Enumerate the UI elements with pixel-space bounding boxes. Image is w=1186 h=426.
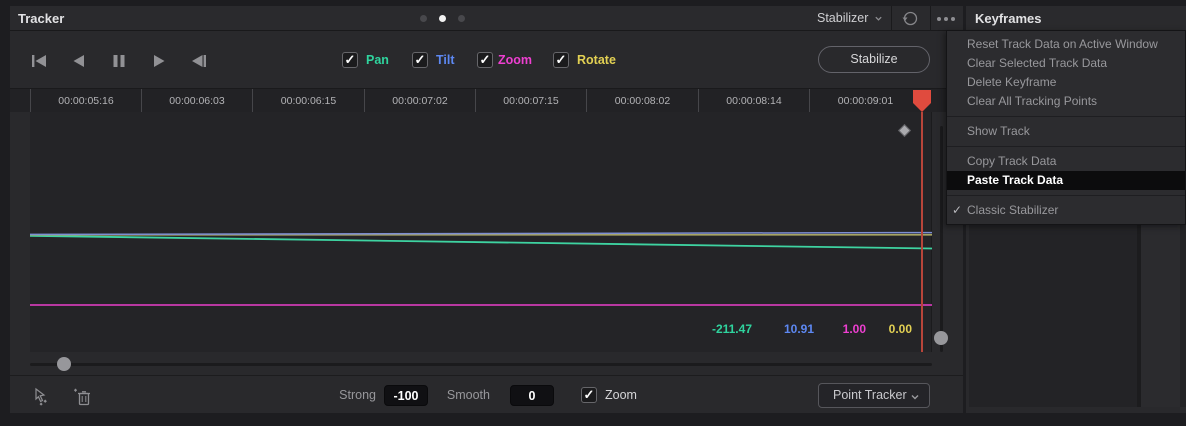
- trash-icon: [78, 391, 90, 406]
- reset-history-button[interactable]: [901, 9, 920, 28]
- horizontal-scroll-handle[interactable]: [57, 357, 71, 371]
- menu-item-copy-track-data[interactable]: Copy Track Data: [947, 152, 1185, 171]
- tracker-bottom-bar: Strong Smooth ✓ Zoom Point Tracker: [10, 375, 963, 413]
- pan-checkbox[interactable]: ✓: [342, 52, 358, 68]
- tilt-checkbox-label[interactable]: Tilt: [436, 52, 455, 68]
- ruler-timecode[interactable]: 00:00:08:02: [586, 89, 698, 113]
- smooth-label: Smooth: [446, 388, 490, 402]
- skip-to-end-button[interactable]: [190, 52, 208, 70]
- chevron-down-icon: [911, 395, 919, 400]
- ellipsis-icon: [951, 16, 955, 21]
- options-menu-button[interactable]: [937, 6, 955, 31]
- menu-item-show-track[interactable]: Show Track: [947, 122, 1185, 141]
- tracker-mode-label: Point Tracker: [833, 388, 907, 402]
- transport-controls: [30, 52, 208, 70]
- menu-divider: [947, 146, 1185, 147]
- timecode-label: 00:00:07:02: [392, 95, 448, 107]
- ruler-timecode[interactable]: 00:00:08:14: [698, 89, 809, 113]
- menu-item-clear-all-tracking-points[interactable]: Clear All Tracking Points: [947, 92, 1185, 111]
- cursor-icon: [35, 387, 46, 403]
- ellipsis-icon: [944, 16, 948, 21]
- timecode-label: 00:00:06:15: [280, 95, 337, 107]
- page-title: Tracker: [18, 11, 65, 26]
- zoom-checkbox-label[interactable]: Zoom: [498, 52, 532, 68]
- step-back-button[interactable]: [70, 52, 88, 70]
- tilt-value: 10.91: [783, 322, 814, 336]
- timeline-ruler[interactable]: 00:00:05:16 00:00:06:03 00:00:06:15 00:0…: [10, 88, 963, 113]
- stabilize-button[interactable]: Stabilize: [818, 46, 930, 73]
- stabilizer-dropdown[interactable]: Stabilizer: [817, 6, 883, 31]
- playhead-line[interactable]: [921, 112, 923, 352]
- rotate-checkbox-label[interactable]: Rotate: [577, 52, 616, 68]
- menu-item-paste-track-data[interactable]: Paste Track Data: [947, 171, 1185, 190]
- tracker-panel: Tracker Stabilizer ✓ Pan ✓ Tilt ✓ Zoom ✓…: [10, 6, 963, 413]
- add-tracker-point-button[interactable]: [32, 387, 52, 407]
- timecode-label: 00:00:06:03: [169, 95, 225, 107]
- header-divider: [891, 6, 892, 31]
- rotate-checkbox[interactable]: ✓: [553, 52, 569, 68]
- timecode-label: 00:00:09:01: [837, 95, 894, 107]
- vertical-scale-slider-track[interactable]: [940, 126, 943, 352]
- timecode-label: 00:00:05:16: [58, 95, 114, 107]
- timecode-label: 00:00:08:02: [614, 95, 671, 107]
- menu-item-classic-stabilizer[interactable]: ✓ Classic Stabilizer: [947, 201, 1185, 220]
- pan-value: -211.47: [711, 322, 752, 336]
- strong-input[interactable]: [384, 385, 428, 406]
- ruler-timecode[interactable]: 00:00:06:03: [141, 89, 252, 113]
- tracker-window: Tracker Stabilizer ✓ Pan ✓ Tilt ✓ Zoom ✓…: [0, 0, 1186, 426]
- tilt-checkbox[interactable]: ✓: [412, 52, 428, 68]
- plus-icon: [74, 388, 77, 392]
- tracking-curves: [29, 231, 933, 306]
- history-reset-icon: [902, 11, 918, 26]
- pause-button[interactable]: [110, 52, 128, 70]
- ruler-timecode[interactable]: 00:00:07:15: [475, 89, 586, 113]
- keyframes-header: Keyframes: [966, 6, 1186, 31]
- tracker-header: Tracker Stabilizer: [10, 6, 963, 31]
- rotate-value: 0.00: [888, 322, 912, 336]
- checkmark-icon: ✓: [952, 203, 963, 217]
- zoom-value: 1.00: [842, 322, 866, 336]
- ruler-timecode[interactable]: 00:00:05:16: [30, 89, 141, 113]
- tracker-mode-dropdown[interactable]: Point Tracker: [818, 383, 930, 408]
- menu-item-clear-selected-track-data[interactable]: Clear Selected Track Data: [947, 54, 1185, 73]
- chevron-down-icon: [875, 16, 883, 21]
- vertical-scale-slider-handle[interactable]: [934, 331, 948, 345]
- pan-checkbox-label[interactable]: Pan: [366, 52, 389, 68]
- strong-label: Strong: [339, 388, 376, 402]
- playhead-flag[interactable]: [913, 90, 931, 113]
- stabilizer-dropdown-label: Stabilizer: [817, 11, 869, 25]
- page-dot[interactable]: [420, 15, 427, 22]
- page-dots[interactable]: [420, 6, 465, 31]
- pan-curve: [29, 234, 933, 250]
- menu-divider: [947, 195, 1185, 196]
- zoom-mode-checkbox[interactable]: ✓: [581, 387, 597, 403]
- ruler-timecode[interactable]: 00:00:07:02: [364, 89, 475, 113]
- timecode-label: 00:00:08:14: [726, 95, 782, 107]
- menu-item-delete-keyframe[interactable]: Delete Keyframe: [947, 73, 1185, 92]
- keyframes-title: Keyframes: [975, 11, 1042, 26]
- page-dot[interactable]: [458, 15, 465, 22]
- smooth-input[interactable]: [510, 385, 554, 406]
- timecode-label: 00:00:07:15: [503, 95, 559, 107]
- delete-tracker-point-button[interactable]: [70, 387, 92, 407]
- ruler-timecode[interactable]: 00:00:09:01: [809, 89, 921, 113]
- horizontal-scroll-track[interactable]: [30, 363, 932, 366]
- zoom-mode-label[interactable]: Zoom: [605, 385, 637, 406]
- tracker-options-menu: Reset Track Data on Active Window Clear …: [946, 30, 1186, 225]
- skip-to-start-button[interactable]: [30, 52, 48, 70]
- tracking-graph[interactable]: [29, 112, 933, 352]
- ruler-timecode[interactable]: 00:00:06:15: [252, 89, 364, 113]
- zoom-checkbox[interactable]: ✓: [477, 52, 493, 68]
- header-divider: [930, 6, 931, 31]
- menu-item-label: Classic Stabilizer: [967, 203, 1059, 217]
- menu-divider: [947, 116, 1185, 117]
- page-dot-active[interactable]: [439, 15, 446, 22]
- play-button[interactable]: [150, 52, 168, 70]
- menu-item-reset-track-data[interactable]: Reset Track Data on Active Window: [947, 35, 1185, 54]
- ellipsis-icon: [937, 16, 941, 21]
